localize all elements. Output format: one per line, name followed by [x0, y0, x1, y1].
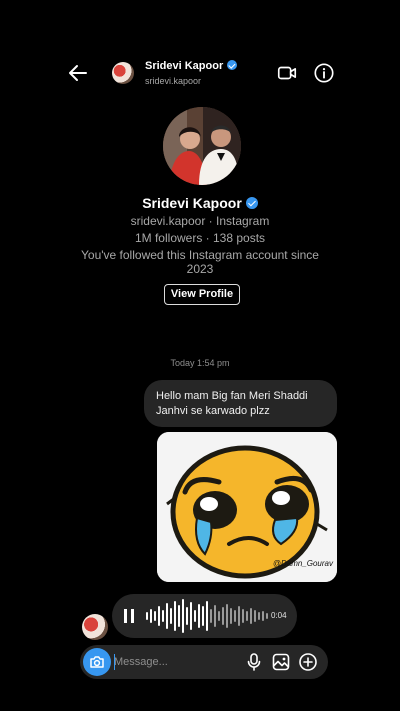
waveform-bar — [194, 610, 196, 622]
waveform-bar — [178, 605, 180, 627]
profile-subtitle: sridevi.kapoor · Instagram — [130, 214, 270, 228]
waveform-bar — [254, 610, 256, 622]
waveform-bar — [198, 604, 200, 628]
gallery-icon[interactable] — [271, 652, 291, 672]
profile-followed-year: 2023 — [186, 262, 214, 276]
profile-avatar[interactable] — [163, 107, 241, 185]
pause-icon[interactable] — [124, 609, 134, 623]
waveform-bar — [258, 612, 260, 620]
waveform-bar — [222, 607, 224, 625]
verified-icon — [227, 60, 238, 70]
waveform-bar — [262, 611, 264, 621]
message-line: Janhvi se karwado plzz — [156, 405, 270, 417]
verified-icon — [245, 197, 258, 209]
profile-name: Sridevi Kapoor — [142, 195, 242, 211]
waveform-bar — [250, 608, 252, 624]
waveform-bar — [242, 609, 244, 623]
sticker-watermark: @Damn_Gourav — [272, 559, 333, 568]
header-name-row[interactable]: Sridevi Kapoor — [145, 60, 238, 72]
header-avatar[interactable] — [112, 62, 134, 84]
message-input[interactable] — [114, 652, 234, 672]
waveform-bar — [210, 609, 212, 623]
waveform-bar — [190, 602, 192, 630]
voice-duration: 0:04 — [271, 611, 287, 620]
waveform-bar — [234, 610, 236, 622]
waveform-bar — [186, 607, 188, 625]
chat-header: Sridevi Kapoor sridevi.kapoor — [0, 52, 400, 94]
waveform-bar — [154, 611, 156, 621]
waveform-bar — [238, 606, 240, 626]
waveform-bar — [150, 609, 152, 623]
sender-avatar[interactable] — [82, 614, 108, 640]
camera-icon — [90, 656, 104, 668]
video-camera-icon[interactable] — [276, 62, 298, 84]
waveform-bar — [174, 601, 176, 631]
info-icon[interactable] — [313, 62, 335, 84]
waveform-bar — [266, 613, 268, 619]
message-composer — [80, 645, 328, 679]
waveform-bar — [162, 610, 164, 622]
waveform-bar — [166, 603, 168, 629]
waveform-bar — [170, 608, 172, 624]
profile-photo — [163, 107, 241, 185]
waveform-bar — [214, 605, 216, 627]
microphone-icon[interactable] — [244, 652, 264, 672]
crying-emoji-sticker[interactable]: @Damn_Gourav — [157, 432, 337, 582]
waveform-bar — [182, 599, 184, 633]
back-arrow-icon[interactable] — [66, 61, 90, 85]
header-username: sridevi.kapoor — [145, 76, 202, 86]
message-line: Hello mam Big fan Meri Shaddi — [156, 390, 308, 402]
camera-button[interactable] — [83, 648, 111, 676]
waveform-bar — [230, 608, 232, 624]
voice-message[interactable]: 0:04 — [112, 594, 297, 638]
profile-followed-since: You've followed this Instagram account s… — [81, 248, 319, 262]
plus-icon[interactable] — [298, 652, 318, 672]
view-profile-button[interactable]: View Profile — [164, 284, 240, 305]
waveform-bar — [158, 606, 160, 626]
waveform-bar — [226, 604, 228, 628]
waveform-bar — [202, 606, 204, 626]
header-name[interactable]: Sridevi Kapoor — [145, 60, 223, 72]
profile-name-row: Sridevi Kapoor — [0, 195, 400, 211]
sent-message-bubble[interactable]: Hello mam Big fan Meri Shaddi Janhvi se … — [144, 380, 337, 427]
voice-waveform[interactable] — [144, 598, 270, 634]
waveform-bar — [246, 611, 248, 621]
profile-stats: 1M followers · 138 posts — [134, 231, 266, 245]
text-caret — [114, 654, 115, 670]
waveform-bar — [218, 611, 220, 621]
waveform-bar — [146, 612, 148, 620]
chat-timestamp: Today 1:54 pm — [170, 358, 230, 368]
waveform-bar — [206, 601, 208, 631]
